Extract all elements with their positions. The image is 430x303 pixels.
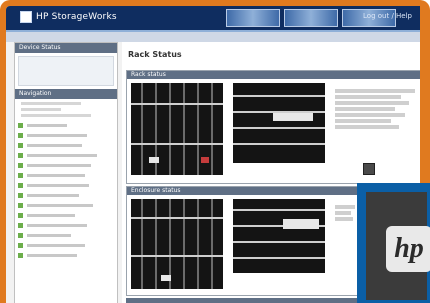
hp-logo-mark: hp (394, 233, 424, 264)
tree-item[interactable] (18, 141, 114, 149)
tree-item[interactable] (18, 211, 114, 219)
status-ok-icon (18, 182, 23, 188)
tree-item[interactable] (18, 241, 114, 249)
tree-item[interactable] (18, 191, 114, 199)
status-ok-icon (18, 202, 23, 208)
header-thumb (226, 9, 280, 27)
subnav-bar (6, 32, 420, 42)
status-ok-icon (18, 212, 23, 218)
sidebar-head-nav: Navigation (15, 89, 117, 99)
status-summary-box (18, 56, 114, 86)
status-ok-icon (18, 242, 23, 248)
status-ok-icon (18, 252, 23, 258)
sidebar: Device Status Navigation (14, 42, 118, 303)
sidebar-line (21, 114, 91, 117)
device-tree (18, 121, 114, 259)
rack-rear-image[interactable] (233, 83, 325, 163)
status-ok-icon (18, 122, 23, 128)
rack-info (335, 87, 420, 131)
hp-brand-card: hp (357, 183, 430, 303)
tree-item[interactable] (18, 151, 114, 159)
enclosure-front-image[interactable] (131, 199, 223, 289)
page-title: Rack Status (128, 50, 182, 59)
rack-status-panel: Rack status (126, 70, 420, 184)
tree-item[interactable] (18, 231, 114, 239)
tree-item[interactable] (18, 131, 114, 139)
hp-logo-icon (20, 11, 32, 23)
tree-item[interactable] (18, 221, 114, 229)
enclosure-rear-image[interactable] (233, 199, 325, 273)
tree-item[interactable] (18, 171, 114, 179)
status-ok-icon (18, 172, 23, 178)
status-ok-icon (18, 232, 23, 238)
app-title: HP StorageWorks (36, 12, 117, 22)
status-ok-icon (18, 222, 23, 228)
status-ok-icon (18, 142, 23, 148)
header-bar: HP StorageWorks Log out / Help (6, 6, 420, 32)
hp-logo: hp (386, 226, 430, 272)
sidebar-head-status: Device Status (15, 43, 117, 53)
status-ok-icon (18, 192, 23, 198)
status-ok-icon (18, 152, 23, 158)
legend-icon (363, 163, 375, 175)
rack-front-image[interactable] (131, 83, 223, 175)
sidebar-line (21, 108, 61, 111)
tree-item[interactable] (18, 161, 114, 169)
sidebar-line (21, 102, 81, 105)
panel-title: Rack status (127, 71, 420, 79)
status-ok-icon (18, 132, 23, 138)
header-thumb (284, 9, 338, 27)
tree-item[interactable] (18, 181, 114, 189)
hp-card-inner: hp (366, 192, 430, 300)
tree-item[interactable] (18, 251, 114, 259)
header-links[interactable]: Log out / Help (363, 12, 412, 20)
status-ok-icon (18, 162, 23, 168)
tree-item[interactable] (18, 201, 114, 209)
tree-item[interactable] (18, 121, 114, 129)
